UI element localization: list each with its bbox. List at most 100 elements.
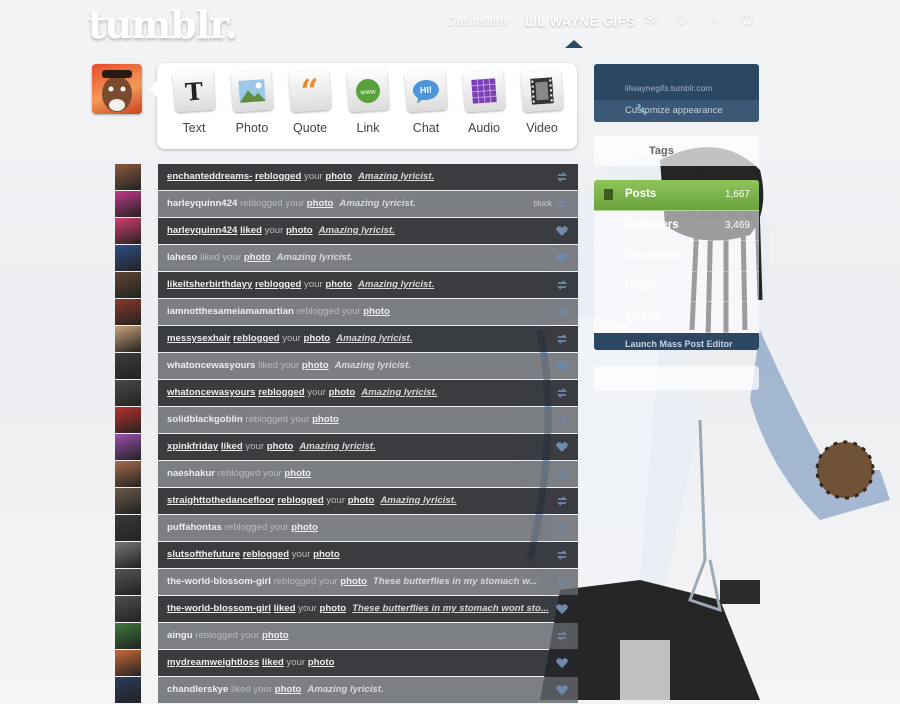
activity-post-link[interactable]: photo — [244, 252, 271, 263]
activity-quote[interactable]: Amazing lyricist. — [339, 198, 415, 209]
activity-post-link[interactable]: photo — [325, 279, 352, 290]
follower-avatar[interactable] — [115, 650, 141, 676]
post-quote-button[interactable]: “ Quote — [281, 69, 339, 135]
activity-quote[interactable]: Amazing lyricist. — [336, 333, 412, 344]
follower-avatar[interactable] — [115, 569, 141, 595]
activity-quote[interactable]: These butterflies in my stomach w... — [373, 576, 537, 587]
follower-avatar[interactable] — [115, 677, 141, 703]
activity-username[interactable]: the-world-blossom-girl — [167, 576, 271, 587]
activity-quote[interactable]: Amazing lyricist. — [358, 279, 434, 290]
activity-quote[interactable]: These butterflies in my stomach wont sto… — [352, 603, 549, 614]
nav-dashboard-link[interactable]: Dashboard — [448, 14, 507, 28]
reblog-icon[interactable] — [555, 170, 569, 184]
reblog-icon[interactable] — [555, 305, 569, 319]
activity-post-link[interactable]: photo — [340, 576, 367, 587]
follower-avatar[interactable] — [115, 380, 141, 406]
tags-box[interactable]: Tags — [594, 136, 759, 166]
follower-avatar[interactable] — [115, 515, 141, 541]
activity-username[interactable]: enchanteddreams- — [167, 171, 252, 182]
post-photo-button[interactable]: Photo — [223, 69, 281, 135]
post-text-button[interactable]: T Text — [165, 69, 223, 135]
follower-avatar[interactable] — [115, 164, 141, 190]
post-link-button[interactable]: www Link — [339, 69, 397, 135]
activity-username[interactable]: harleyquinn424 — [167, 198, 237, 209]
menu-item-posts[interactable]: Posts 1,667 — [594, 180, 759, 211]
reblog-icon[interactable] — [555, 467, 569, 481]
person-icon[interactable]: ☺ — [673, 11, 691, 29]
activity-post-link[interactable]: photo — [325, 171, 352, 182]
follower-avatar[interactable] — [115, 218, 141, 244]
mail-icon[interactable]: ✉ — [641, 11, 659, 29]
activity-username[interactable]: solidblackgoblin — [167, 414, 243, 425]
follower-avatar[interactable] — [115, 488, 141, 514]
tumblr-logo[interactable]: tumblr. — [88, 2, 238, 47]
activity-quote[interactable]: Amazing lyricist. — [319, 225, 395, 236]
follower-avatar[interactable] — [115, 623, 141, 649]
activity-quote[interactable]: Amazing lyricist. — [358, 171, 434, 182]
activity-post-link[interactable]: photo — [302, 360, 329, 371]
reblog-icon[interactable] — [555, 413, 569, 427]
activity-quote[interactable]: Amazing lyricist. — [299, 441, 375, 452]
activity-post-link[interactable]: photo — [319, 603, 346, 614]
activity-username[interactable]: harleyquinn424 — [167, 225, 237, 236]
reblog-icon[interactable] — [555, 386, 569, 400]
activity-quote[interactable]: Amazing lyricist. — [361, 387, 437, 398]
follower-avatar[interactable] — [115, 461, 141, 487]
heart-icon[interactable] — [555, 359, 569, 373]
reblog-icon[interactable] — [555, 332, 569, 346]
reblog-icon[interactable] — [555, 548, 569, 562]
reblog-icon[interactable] — [555, 521, 569, 535]
reblog-icon[interactable] — [555, 197, 569, 211]
activity-post-link[interactable]: photo — [304, 333, 331, 344]
customize-appearance-button[interactable]: 🔧 Customize appearance — [594, 100, 759, 122]
activity-post-link[interactable]: photo — [363, 306, 390, 317]
activity-post-link[interactable]: photo — [348, 495, 375, 506]
power-icon[interactable]: ⏻ — [738, 11, 756, 29]
activity-quote[interactable]: Amazing lyricist. — [380, 495, 456, 506]
activity-quote[interactable]: Amazing lyricist. — [276, 252, 352, 263]
sidebar-extra-box[interactable] — [594, 366, 759, 390]
reblog-icon[interactable] — [555, 494, 569, 508]
follower-avatar[interactable] — [115, 434, 141, 460]
post-video-button[interactable]: Video — [513, 69, 571, 135]
follower-avatar[interactable] — [115, 326, 141, 352]
heart-icon[interactable] — [555, 602, 569, 616]
heart-icon[interactable] — [555, 656, 569, 670]
activity-username[interactable]: whatoncewasyours — [167, 387, 256, 398]
menu-item-followers[interactable]: Followers 3,469 — [594, 211, 759, 241]
activity-username[interactable]: messysexhair — [167, 333, 230, 344]
follower-avatar[interactable] — [115, 299, 141, 325]
menu-item-messages[interactable]: Messages — [594, 241, 759, 272]
follower-avatar[interactable] — [115, 596, 141, 622]
user-avatar[interactable] — [92, 64, 142, 114]
search-icon[interactable]: ⌕ — [705, 11, 723, 29]
activity-username[interactable]: the-world-blossom-girl — [167, 603, 271, 614]
heart-icon[interactable] — [555, 440, 569, 454]
follower-avatar[interactable] — [115, 272, 141, 298]
activity-post-link[interactable]: photo — [291, 522, 318, 533]
menu-item-drafts[interactable]: Drafts — [594, 272, 759, 302]
mass-post-editor-button[interactable]: Launch Mass Post Editor — [594, 332, 759, 350]
reblog-icon[interactable] — [555, 278, 569, 292]
nav-blog-link[interactable]: LIL WAYNE GIFS — [525, 14, 635, 29]
post-audio-button[interactable]: Audio — [455, 69, 513, 135]
activity-post-link[interactable]: photo — [313, 549, 340, 560]
post-chat-button[interactable]: HI! Chat — [397, 69, 455, 135]
reblog-icon[interactable] — [555, 575, 569, 589]
blog-url[interactable]: lilwaynegifs.tumblr.com — [625, 83, 712, 93]
activity-quote[interactable]: Amazing lyricist. — [335, 360, 411, 371]
follower-avatar[interactable] — [115, 407, 141, 433]
activity-username[interactable]: mydreamweightloss — [167, 657, 259, 668]
reblog-icon[interactable] — [555, 629, 569, 643]
activity-post-link[interactable]: photo — [275, 684, 302, 695]
activity-username[interactable]: puffahontas — [167, 522, 222, 533]
follower-avatar[interactable] — [115, 542, 141, 568]
activity-post-link[interactable]: photo — [329, 387, 356, 398]
activity-post-link[interactable]: photo — [286, 225, 313, 236]
follower-avatar[interactable] — [115, 191, 141, 217]
heart-icon[interactable] — [555, 683, 569, 697]
activity-username[interactable]: whatoncewasyours — [167, 360, 256, 371]
activity-username[interactable]: naeshakur — [167, 468, 215, 479]
activity-username[interactable]: iamnotthesameiamamartian — [167, 306, 294, 317]
activity-username[interactable]: xpinkfriday — [167, 441, 218, 452]
